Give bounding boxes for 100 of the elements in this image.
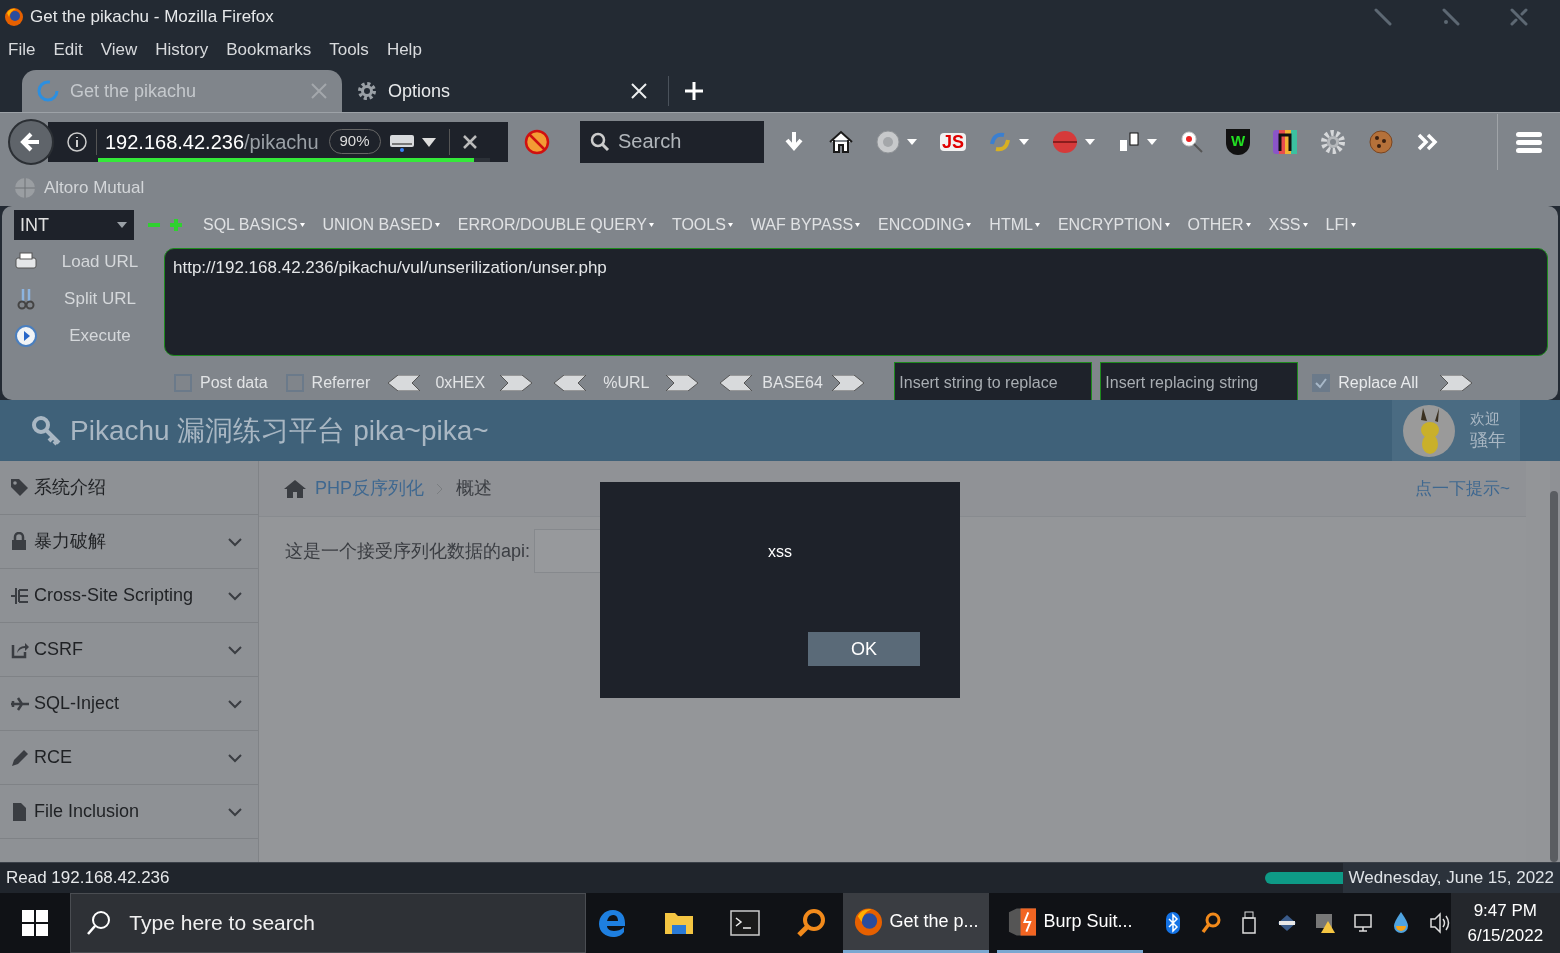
magnifier-icon[interactable] bbox=[1180, 129, 1205, 154]
menu-dropdown[interactable]: UNION BASED bbox=[322, 213, 440, 237]
minimize-icon[interactable] bbox=[1374, 8, 1392, 26]
sidebar-item[interactable]: 暴力破解 bbox=[0, 515, 258, 569]
decode-arrow-icon[interactable] bbox=[720, 375, 753, 391]
search-icon bbox=[86, 910, 113, 936]
encode-arrow-icon[interactable] bbox=[666, 375, 699, 391]
caret-icon bbox=[1164, 223, 1170, 227]
caret-icon bbox=[299, 223, 305, 227]
sidebar-item[interactable]: SQL-Inject bbox=[0, 677, 258, 731]
checkbox-label: Referrer bbox=[311, 373, 371, 393]
close-icon[interactable] bbox=[1510, 8, 1528, 26]
decode-arrow-icon[interactable] bbox=[554, 375, 587, 391]
warning-icon[interactable] bbox=[1314, 911, 1337, 935]
volume-icon[interactable] bbox=[1428, 911, 1451, 935]
ok-button[interactable]: OK bbox=[808, 632, 920, 666]
avatar-icon bbox=[1402, 403, 1456, 458]
menu-item[interactable]: View bbox=[100, 37, 138, 63]
caret-icon bbox=[1302, 223, 1308, 227]
info-icon bbox=[66, 130, 88, 153]
burp-icon bbox=[1006, 905, 1038, 938]
menu-dropdown[interactable]: HTML bbox=[989, 213, 1040, 237]
sidebar-item[interactable]: CSRF bbox=[0, 623, 258, 677]
new-tab-icon[interactable] bbox=[683, 80, 705, 102]
gear-icon bbox=[356, 80, 378, 102]
windows-icon bbox=[22, 910, 49, 936]
checkbox[interactable] bbox=[1312, 374, 1331, 392]
action-button[interactable]: Execute bbox=[50, 323, 150, 349]
action-button[interactable]: Split URL bbox=[50, 286, 150, 312]
chevron-down-icon bbox=[228, 644, 242, 655]
alert-message: xss bbox=[768, 542, 792, 562]
blocked-addon-icon[interactable] bbox=[524, 128, 550, 155]
home-icon[interactable] bbox=[828, 129, 854, 154]
browser-tab[interactable]: Options bbox=[342, 70, 662, 112]
stop-icon[interactable] bbox=[461, 133, 478, 150]
terminal-icon[interactable] bbox=[728, 907, 761, 939]
menu-dropdown[interactable]: LFI bbox=[1325, 213, 1356, 237]
encoder-label: 0xHEX bbox=[434, 373, 487, 393]
chevron-down-icon bbox=[228, 752, 242, 763]
caret-icon bbox=[1245, 223, 1251, 227]
menu-icon[interactable] bbox=[1516, 130, 1542, 153]
maximize-icon[interactable] bbox=[1442, 8, 1460, 26]
search-field[interactable]: Search bbox=[580, 120, 764, 163]
menu-dropdown[interactable]: TOOLS bbox=[671, 213, 733, 237]
magnifier-icon[interactable] bbox=[1200, 911, 1223, 935]
checkbox-label: Replace All bbox=[1338, 373, 1419, 393]
menu-dropdown[interactable]: XSS bbox=[1268, 213, 1308, 237]
dropdown-icon[interactable] bbox=[420, 135, 437, 148]
clock[interactable]: 9:47 PM 6/15/2022 bbox=[1450, 893, 1560, 953]
sphere-icon[interactable] bbox=[1052, 129, 1079, 154]
action-button[interactable]: Load URL bbox=[50, 249, 150, 275]
cookie-icon[interactable] bbox=[1368, 128, 1395, 155]
js-icon[interactable]: JS bbox=[940, 132, 967, 151]
firefox-icon bbox=[4, 7, 24, 27]
sidebar-item[interactable]: Cross-Site Scripting bbox=[0, 569, 258, 623]
caret-icon bbox=[855, 223, 861, 227]
menu-dropdown[interactable]: ERROR/DOUBLE QUERY bbox=[457, 213, 654, 237]
type-select[interactable]: INT bbox=[14, 210, 134, 240]
taskbar-app[interactable]: Get the p... bbox=[842, 893, 989, 953]
firefox-icon bbox=[852, 905, 884, 938]
decode-arrow-icon[interactable] bbox=[388, 375, 421, 391]
encode-arrow-icon[interactable] bbox=[1440, 375, 1473, 391]
rainbow-icon[interactable] bbox=[1272, 128, 1299, 155]
pencil-icon bbox=[10, 747, 30, 768]
sidebar-item[interactable]: File Inclusion bbox=[0, 785, 258, 839]
back-button[interactable] bbox=[8, 118, 54, 165]
menu-dropdown[interactable]: ENCODING bbox=[878, 213, 972, 237]
sidebar-item[interactable]: 系统介绍 bbox=[0, 461, 258, 515]
address-bar[interactable]: 192.168.42.236/pikachu 90% bbox=[48, 121, 508, 162]
site-title: Pikachu 漏洞练习平台 pika~pika~ bbox=[70, 413, 489, 448]
taskbar-search[interactable]: Type here to search bbox=[70, 893, 587, 953]
encode-arrow-icon[interactable] bbox=[832, 375, 865, 391]
tag-icon bbox=[10, 477, 30, 498]
bookmark-link[interactable]: Altoro Mutual bbox=[44, 175, 145, 201]
printer-icon bbox=[14, 252, 38, 272]
menu-dropdown[interactable]: ENCRYPTION bbox=[1057, 213, 1170, 237]
monitor-icon[interactable] bbox=[1352, 911, 1375, 935]
loading-icon bbox=[36, 79, 60, 103]
caret-icon bbox=[727, 223, 733, 227]
caret-icon bbox=[1034, 223, 1040, 227]
encoder-label: BASE64 bbox=[762, 373, 823, 393]
gear-icon[interactable] bbox=[1320, 128, 1347, 155]
menu-dropdown[interactable]: OTHER bbox=[1187, 213, 1251, 237]
menu-item[interactable]: Edit bbox=[53, 37, 83, 63]
encode-arrow-icon[interactable] bbox=[500, 375, 533, 391]
menu-item[interactable]: History bbox=[155, 37, 209, 63]
window-title: Get the pikachu - Mozilla Firefox bbox=[30, 6, 274, 29]
scrollbar-thumb[interactable] bbox=[1550, 491, 1558, 862]
menu-item[interactable]: Bookmarks bbox=[226, 37, 312, 63]
menu-item[interactable]: File bbox=[8, 37, 36, 63]
dropdown-icon bbox=[116, 221, 128, 229]
menu-item[interactable]: Help bbox=[386, 37, 422, 63]
taskbar-app[interactable]: Burp Suit... bbox=[996, 893, 1143, 953]
url-textarea[interactable]: http://192.168.42.236/pikachu/vul/unserilization/unser.php bbox=[164, 248, 1548, 356]
menu-item[interactable]: Tools bbox=[329, 37, 369, 63]
sidebar-item[interactable]: RCE bbox=[0, 731, 258, 785]
menu-dropdown[interactable]: SQL BASICS bbox=[203, 213, 305, 237]
documents-icon[interactable] bbox=[1118, 130, 1141, 153]
shield-icon[interactable]: W bbox=[1226, 128, 1251, 155]
menu-dropdown[interactable]: WAF BYPASS bbox=[750, 213, 861, 237]
